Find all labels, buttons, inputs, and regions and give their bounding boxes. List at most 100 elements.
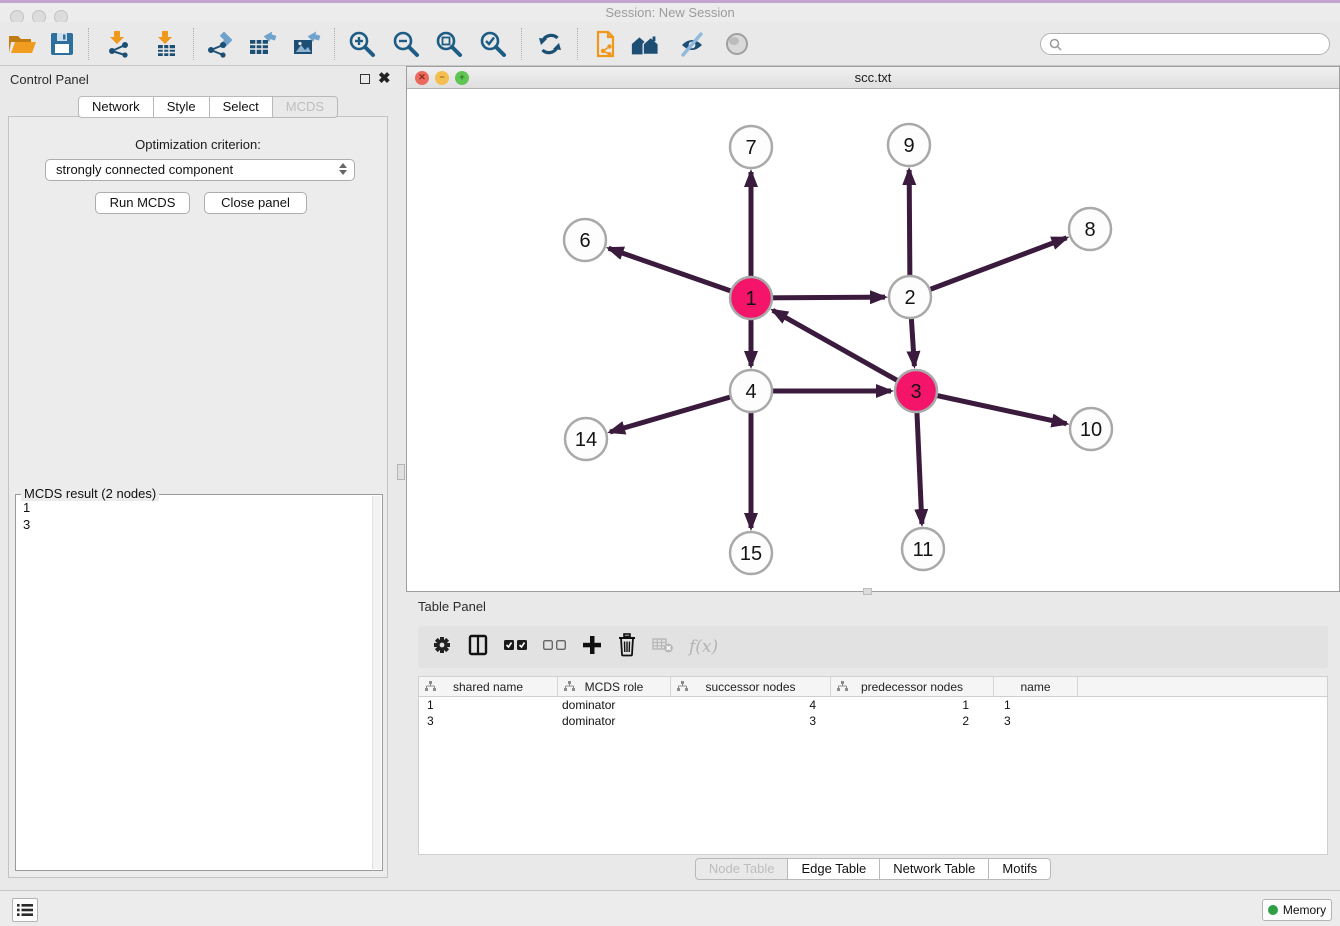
node-label-1: 1 [745,288,756,310]
table-cell [1078,697,1327,713]
control-panel: Control Panel ✖ Network Style Select MCD… [0,66,396,888]
add-column-icon[interactable] [582,635,602,660]
node-label-2: 2 [904,287,915,309]
node-table: shared name MCDS role successor nodes pr… [418,676,1328,855]
table-cell[interactable]: 1 [831,697,994,713]
deselect-all-icon[interactable] [543,638,567,656]
node-label-15: 15 [740,543,762,565]
refresh-icon[interactable] [534,29,566,59]
delete-table-icon [652,636,674,659]
open-session-icon[interactable] [6,29,38,59]
table-toolbar: f(x) [418,626,1328,668]
table-row[interactable]: 3dominator323 [419,713,1327,729]
criterion-dropdown[interactable]: strongly connected component [45,159,355,181]
table-header-row: shared name MCDS role successor nodes pr… [419,677,1327,697]
table-cell[interactable]: dominator [558,697,671,713]
network-window-titlebar[interactable]: ✕ − + scc.txt [407,67,1339,89]
tab-style[interactable]: Style [154,96,210,118]
table-cell[interactable]: 1 [419,697,558,713]
result-scrollbar[interactable] [372,496,381,869]
maximize-network-button[interactable]: + [455,71,469,85]
search-input[interactable] [1040,33,1330,55]
zoom-out-icon[interactable] [390,29,422,59]
export-image-icon[interactable] [290,29,322,59]
import-table-icon[interactable] [150,29,182,59]
toolbar-separator [334,28,335,60]
hide-graphics-details-icon[interactable] [676,29,708,59]
table-row[interactable]: 1dominator411 [419,697,1327,713]
toolbar-separator [88,28,89,60]
close-network-button[interactable]: ✕ [415,71,429,85]
tab-edge-table[interactable]: Edge Table [788,858,880,880]
zoom-in-icon[interactable] [346,29,378,59]
optimization-criterion-label: Optimization criterion: [9,137,387,152]
column-header-shared-name[interactable]: shared name [419,677,558,696]
tab-node-table[interactable]: Node Table [695,858,789,880]
float-panel-icon[interactable] [360,74,370,84]
close-panel-button[interactable]: Close panel [204,192,307,214]
tab-motifs[interactable]: Motifs [989,858,1051,880]
splitter-handle[interactable] [397,464,405,480]
column-header-name[interactable]: name [994,677,1078,696]
panel-splitter[interactable] [396,66,406,888]
list-icon [17,903,33,917]
table-cell[interactable]: 3 [419,713,558,729]
column-visibility-icon[interactable] [467,634,489,661]
node-label-9: 9 [903,135,914,157]
tab-network[interactable]: Network [78,96,154,118]
toolbar-separator [577,28,578,60]
network-from-document-icon[interactable] [589,29,621,59]
node-label-10: 10 [1080,419,1102,441]
zoom-selected-icon[interactable] [477,29,509,59]
edge-1-6[interactable] [609,248,751,298]
tab-select[interactable]: Select [210,96,273,118]
home-icon[interactable] [630,29,662,59]
mcds-result-title: MCDS result (2 nodes) [21,486,159,501]
import-network-icon[interactable] [102,29,134,59]
network-window-controls[interactable]: ✕ − + [415,71,469,85]
column-header-successor-nodes[interactable]: successor nodes [671,677,831,696]
export-table-icon[interactable] [246,29,278,59]
tab-network-table[interactable]: Network Table [880,858,989,880]
export-network-icon[interactable] [202,29,234,59]
mcds-result-box: MCDS result (2 nodes) 1 3 [15,494,383,871]
minimize-network-button[interactable]: − [435,71,449,85]
status-bar: Memory [0,890,1340,926]
control-panel-tabs: Network Style Select MCDS [78,96,338,118]
select-all-icon[interactable] [504,638,528,656]
close-panel-icon[interactable]: ✖ [378,74,391,84]
column-header-predecessor-nodes[interactable]: predecessor nodes [831,677,994,696]
search-field[interactable] [1066,37,1329,51]
network-view-window: ✕ − + scc.txt 7968124314101511 [406,66,1340,592]
run-mcds-button[interactable]: Run MCDS [95,192,190,214]
task-history-button[interactable] [12,898,38,922]
node-label-14: 14 [575,429,597,451]
network-title: scc.txt [407,67,1339,88]
table-body: 1dominator4113dominator323 [419,697,1327,729]
table-cell[interactable]: 4 [671,697,831,713]
toolbar-separator [193,28,194,60]
table-panel: Table Panel ✖ f(x) shared name MCDS role [406,592,1340,890]
table-cell[interactable]: 3 [994,713,1078,729]
save-session-icon[interactable] [46,29,78,59]
table-cell[interactable]: 3 [671,713,831,729]
criterion-value: strongly connected component [56,162,233,177]
table-cell[interactable]: 2 [831,713,994,729]
table-options-icon[interactable] [432,635,452,660]
memory-label: Memory [1283,903,1326,917]
zoom-fit-icon[interactable] [433,29,465,59]
edge-3-1[interactable] [773,310,916,391]
search-icon [1049,38,1062,51]
edge-3-10[interactable] [916,391,1067,424]
network-canvas[interactable]: 7968124314101511 [407,89,1339,591]
delete-column-icon[interactable] [617,633,637,662]
main-toolbar [0,22,1340,66]
app-title: Session: New Session [0,3,1340,22]
memory-status-icon [1268,905,1278,915]
tab-mcds[interactable]: MCDS [273,96,338,118]
memory-button[interactable]: Memory [1262,899,1332,921]
edge-2-8[interactable] [910,238,1067,297]
table-cell[interactable]: dominator [558,713,671,729]
table-cell[interactable]: 1 [994,697,1078,713]
column-header-mcds-role[interactable]: MCDS role [558,677,671,696]
